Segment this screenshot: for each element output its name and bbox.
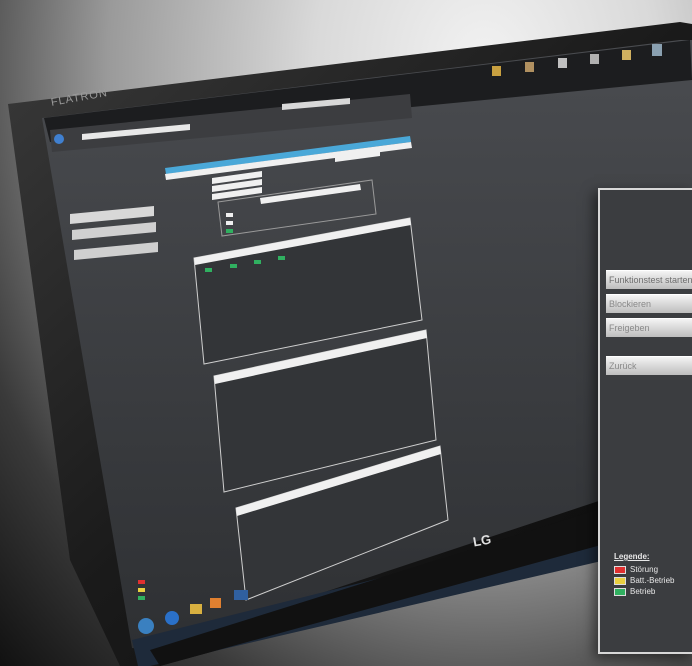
ie-icon [165,611,179,625]
monitor-photo [8,22,692,666]
legend-label-storung: Störung [630,565,659,574]
legend-title: Legende: [614,552,650,561]
inset-button-funktionstest[interactable]: Funktionstest starten [606,270,692,289]
line-1-cell-active [254,260,261,264]
media-icon [210,598,221,608]
legend-row-batt: Batt.-Betrieb [614,575,674,586]
legend-label-batt: Batt.-Betrieb [630,576,675,585]
taskbar-icon [492,66,501,76]
taskbar-icon [622,50,631,60]
legend-swatch-batt [614,576,626,585]
legend-row-betrieb: Betrieb [614,586,674,597]
inset-button-zuruck[interactable]: Zurück [606,356,692,375]
legend-swatch-storung [614,565,626,574]
status-swatch-betrieb [226,229,233,233]
folder-icon [190,604,202,614]
legend-swatch-betrieb [614,587,626,596]
app-icon [234,590,248,600]
line-1-cell-active [230,264,237,268]
inset-legend: Legende: Störung Batt.-Betrieb Betrieb [614,552,674,597]
inset-button-freigeben[interactable]: Freigeben [606,318,692,337]
inset-button-blockieren[interactable]: Blockieren [606,294,692,313]
legend-label-betrieb: Betrieb [630,587,656,596]
line-1-cell-active [278,256,285,260]
photo-scene: FLATRON LG Funktionstest starten Blockie… [0,0,692,666]
manufacturer-text: LG [471,531,493,550]
screen-legend-swatch [138,580,145,584]
taskbar-icon [525,62,534,72]
status-swatch-batt [226,221,233,225]
line-1-cell-active [205,268,212,272]
taskbar-icon [652,44,662,56]
start-button-icon [138,618,154,634]
zoom-inset-panel: Funktionstest starten Blockieren Freigeb… [598,188,692,654]
taskbar-icon [558,58,567,68]
screen-legend-swatch [138,596,145,600]
legend-row-storung: Störung [614,564,674,575]
browser-back-icon [54,134,64,144]
screen-legend-swatch [138,588,145,592]
lg-logo: LG [472,532,492,550]
taskbar-icon [590,54,599,64]
status-swatch-storung [226,213,233,217]
